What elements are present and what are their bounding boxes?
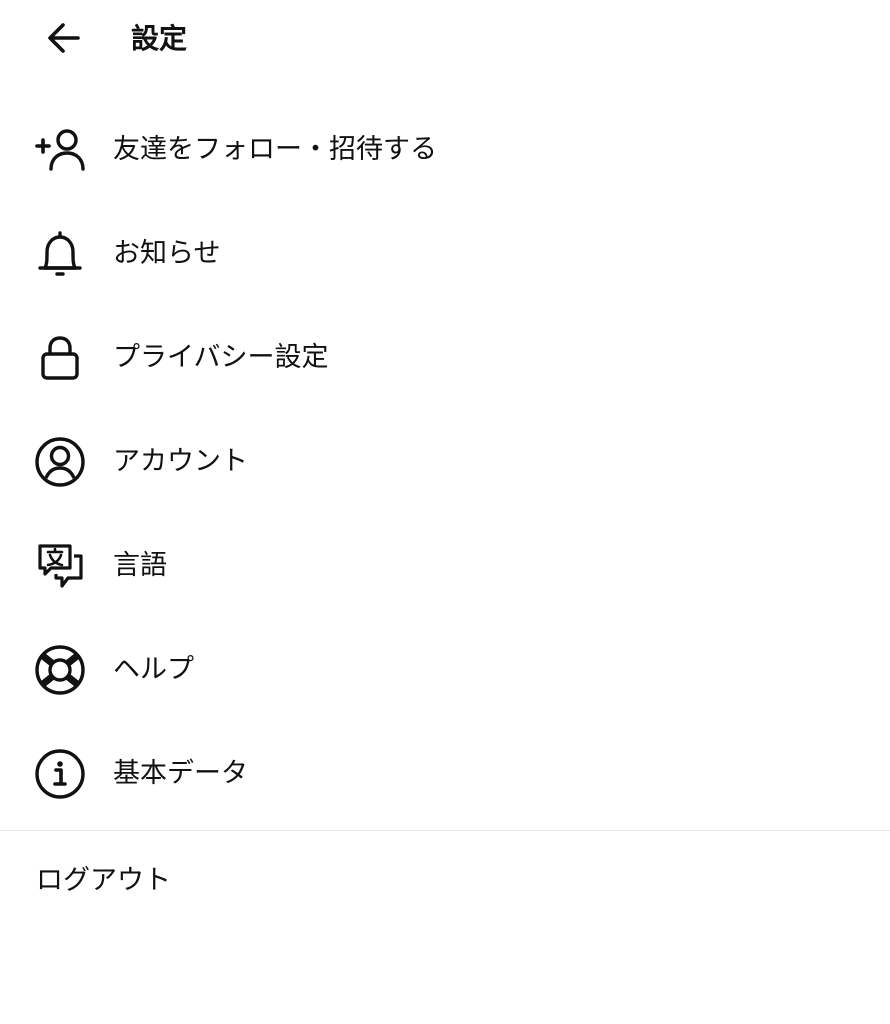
menu-item-label: 基本データ xyxy=(113,758,248,789)
menu-item-label: 言語 xyxy=(113,550,167,581)
menu-item-basic-data[interactable]: 基本データ xyxy=(0,722,890,826)
add-person-icon xyxy=(34,124,86,176)
menu-item-account[interactable]: アカウント xyxy=(0,410,890,514)
menu-item-label: 友達をフォロー・招待する xyxy=(113,134,437,165)
account-circle-icon xyxy=(34,436,86,488)
menu-item-notifications[interactable]: お知らせ xyxy=(0,202,890,306)
menu-item-follow-invite[interactable]: 友達をフォロー・招待する xyxy=(0,98,890,202)
header-bar: 設定 xyxy=(0,0,890,78)
info-icon xyxy=(34,748,86,800)
menu-item-privacy[interactable]: プライバシー設定 xyxy=(0,306,890,410)
lock-icon xyxy=(34,332,86,384)
divider xyxy=(0,830,890,831)
menu-item-language[interactable]: 言語 xyxy=(0,514,890,618)
page-title: 設定 xyxy=(131,22,188,55)
lifebuoy-icon xyxy=(34,644,86,696)
logout-button[interactable]: ログアウト xyxy=(36,862,171,900)
menu-item-label: アカウント xyxy=(113,446,248,477)
menu-item-label: ヘルプ xyxy=(113,654,194,685)
arrow-left-icon xyxy=(44,18,84,58)
menu-item-label: プライバシー設定 xyxy=(113,342,329,373)
menu-item-help[interactable]: ヘルプ xyxy=(0,618,890,722)
menu-item-label: お知らせ xyxy=(113,238,221,269)
bell-icon xyxy=(34,228,86,280)
translate-icon xyxy=(34,540,86,592)
back-button[interactable] xyxy=(40,16,88,60)
